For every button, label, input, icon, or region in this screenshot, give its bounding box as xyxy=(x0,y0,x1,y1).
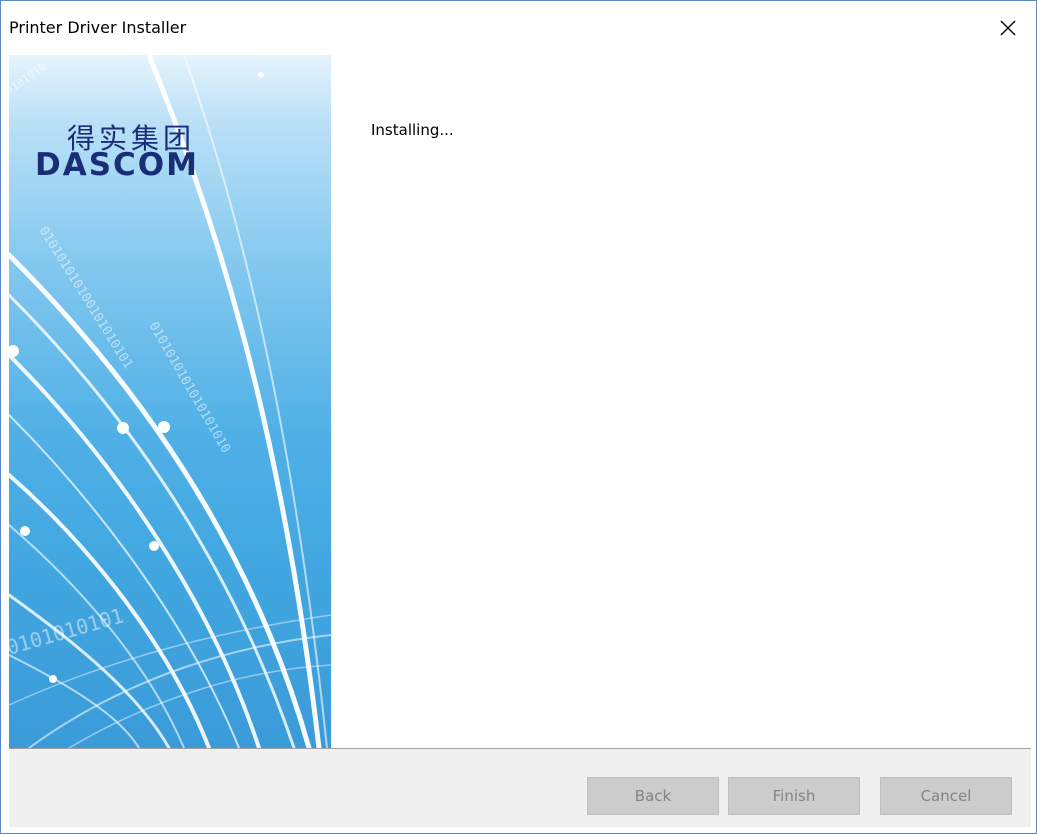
svg-text:0101010: 0101010 xyxy=(9,60,49,97)
svg-text:0101010101: 0101010101 xyxy=(9,604,126,660)
cancel-button[interactable]: Cancel xyxy=(880,777,1012,815)
button-bar: Back Finish Cancel xyxy=(9,749,1031,827)
title-bar: Printer Driver Installer xyxy=(1,1,1036,55)
side-banner: 010101010100101010101 010101010101010101… xyxy=(9,55,331,748)
logo-english: DASCOM xyxy=(35,147,200,183)
content-panel: Installing... xyxy=(331,55,1036,748)
close-button[interactable] xyxy=(980,1,1036,55)
window-title: Printer Driver Installer xyxy=(9,18,187,37)
back-button[interactable]: Back xyxy=(587,777,719,815)
close-icon xyxy=(1000,20,1016,36)
finish-button[interactable]: Finish xyxy=(728,777,860,815)
status-text: Installing... xyxy=(371,121,454,139)
installer-window: Printer Driver Installer 010101010100101… xyxy=(0,0,1037,834)
